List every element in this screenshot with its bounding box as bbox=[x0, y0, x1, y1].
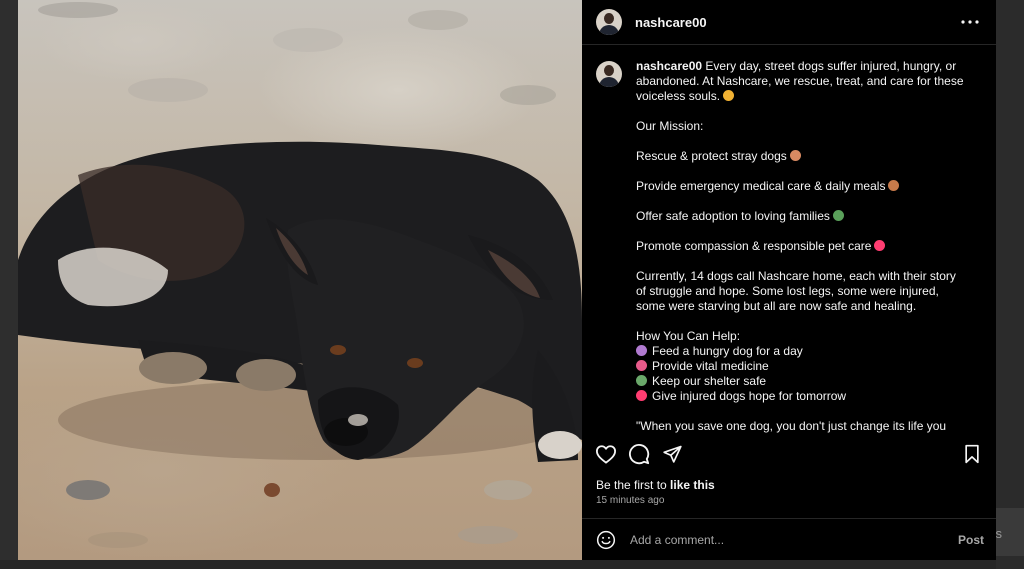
like-button[interactable] bbox=[594, 442, 618, 466]
more-horizontal-icon bbox=[961, 20, 979, 24]
pink-heart-icon bbox=[874, 240, 886, 251]
cookie-icon bbox=[888, 180, 900, 191]
caption-container: nashcare00 Every day, street dogs suffer… bbox=[582, 45, 996, 433]
likes-prefix: Be the first to bbox=[596, 478, 671, 492]
save-button[interactable] bbox=[960, 442, 984, 466]
share-button[interactable] bbox=[660, 442, 684, 466]
bookmark-icon bbox=[965, 444, 979, 464]
backdrop-right: s bbox=[996, 0, 1024, 569]
backdrop-bottom bbox=[0, 560, 1024, 569]
help-item: Give injured dogs hope for tomorrow bbox=[652, 389, 847, 403]
mission-item: Provide emergency medical care & daily m… bbox=[636, 179, 886, 193]
mission-heading: Our Mission: bbox=[636, 119, 704, 133]
dog-face-icon bbox=[789, 150, 801, 161]
help-item: Provide vital medicine bbox=[652, 359, 769, 373]
more-options-button[interactable] bbox=[958, 10, 982, 34]
author-avatar[interactable] bbox=[596, 9, 622, 35]
help-item: Keep our shelter safe bbox=[652, 374, 767, 388]
yellow-heart-icon bbox=[723, 90, 735, 101]
help-item: Feed a hungry dog for a day bbox=[652, 344, 803, 358]
action-bar bbox=[582, 439, 996, 469]
caption-text: nashcare00 Every day, street dogs suffer… bbox=[636, 59, 966, 433]
author-username[interactable]: nashcare00 bbox=[635, 15, 707, 30]
comment-button[interactable] bbox=[627, 442, 651, 466]
bowl-icon bbox=[636, 345, 647, 356]
mission-item: Promote compassion & responsible pet car… bbox=[636, 239, 872, 253]
caption-avatar[interactable] bbox=[596, 61, 622, 87]
post-photo[interactable] bbox=[18, 0, 582, 560]
post-timestamp[interactable]: 15 minutes ago bbox=[596, 495, 664, 506]
post-header: nashcare00 bbox=[582, 0, 996, 45]
mission-item: Offer safe adoption to loving families bbox=[636, 209, 830, 223]
help-list: How You Can Help: Feed a hungry dog for … bbox=[636, 329, 966, 404]
likes-summary: Be the first to like this bbox=[596, 478, 715, 492]
caption-username[interactable]: nashcare00 bbox=[636, 59, 702, 73]
caption-currently: Currently, 14 dogs call Nashcare home, e… bbox=[636, 269, 956, 313]
smiley-icon bbox=[596, 530, 616, 550]
like-this-link[interactable]: like this bbox=[670, 478, 715, 492]
emoji-picker-button[interactable] bbox=[596, 530, 616, 550]
post-modal: nashcare00 nashcare00 Every day, street … bbox=[18, 0, 996, 560]
help-heading: How You Can Help: bbox=[636, 329, 741, 343]
peek-text: s bbox=[995, 526, 1003, 541]
heart-icon bbox=[596, 445, 616, 464]
pill-icon bbox=[636, 360, 647, 371]
background-card-peek: s bbox=[996, 508, 1024, 556]
comment-input[interactable] bbox=[628, 532, 958, 548]
caption-quote: "When you save one dog, you don't just c… bbox=[636, 419, 947, 433]
house-icon bbox=[636, 375, 647, 386]
pink-heart-icon bbox=[636, 390, 647, 401]
mission-item: Rescue & protect stray dogs bbox=[636, 149, 787, 163]
post-side-panel: nashcare00 nashcare00 Every day, street … bbox=[582, 0, 996, 560]
comment-bar: Post bbox=[582, 518, 996, 561]
post-comment-button[interactable]: Post bbox=[958, 533, 984, 547]
house-icon bbox=[832, 210, 844, 221]
share-icon bbox=[662, 445, 682, 463]
dog-illustration bbox=[18, 2, 582, 548]
comment-icon bbox=[629, 444, 650, 465]
